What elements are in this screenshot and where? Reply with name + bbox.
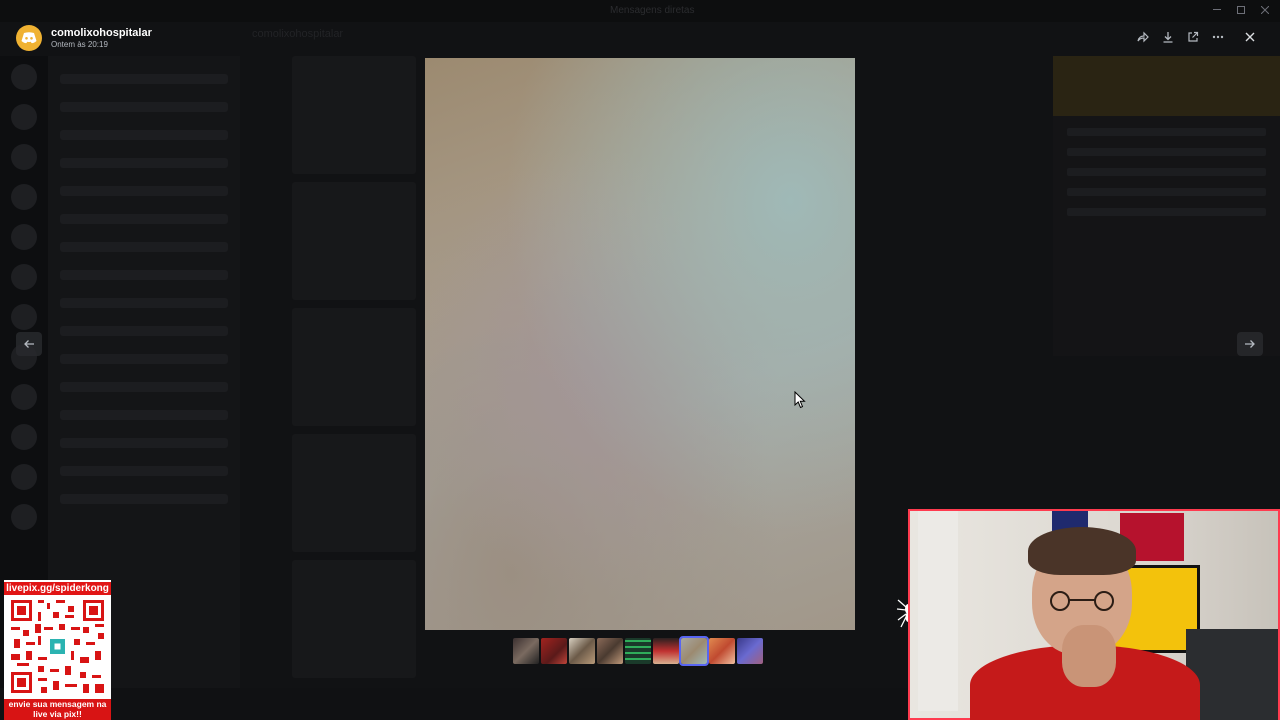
- thumbnail[interactable]: [737, 638, 763, 664]
- background-titlebar: Mensagens diretas: [0, 0, 1280, 22]
- thumbnail[interactable]: [709, 638, 735, 664]
- forward-icon: [1137, 31, 1150, 43]
- thumbnail[interactable]: [597, 638, 623, 664]
- thumbnail-active[interactable]: [679, 636, 709, 666]
- arrow-right-icon: [1245, 340, 1255, 348]
- more-button[interactable]: [1209, 28, 1227, 46]
- background-window-title: Mensagens diretas: [610, 5, 695, 16]
- window-close-icon[interactable]: [1260, 4, 1270, 16]
- discord-logo-icon: [21, 32, 37, 44]
- previous-image-button[interactable]: [16, 332, 42, 356]
- webcam-overlay: [908, 509, 1280, 720]
- thumbnail[interactable]: [653, 638, 679, 664]
- streamer-hand: [1062, 625, 1116, 687]
- qr-code-icon: [8, 597, 107, 696]
- qr-url: livepix.gg/spiderkong: [4, 582, 111, 595]
- mouse-cursor-icon: [794, 391, 806, 409]
- thumbnail[interactable]: [541, 638, 567, 664]
- background-profile-panel: [1053, 56, 1280, 356]
- open-external-icon: [1188, 31, 1198, 42]
- background-media-grid: [292, 56, 416, 678]
- maximize-icon[interactable]: [1236, 4, 1246, 16]
- thumbnail-strip: [513, 636, 763, 666]
- thumbnail[interactable]: [513, 638, 539, 664]
- download-button[interactable]: [1159, 28, 1177, 46]
- qr-caption-box: envie sua mensagem na live via pix!!: [4, 699, 111, 720]
- glasses-icon: [1050, 591, 1114, 611]
- arrow-left-icon: [24, 340, 34, 348]
- more-icon: [1212, 35, 1223, 39]
- open-external-button[interactable]: [1184, 28, 1202, 46]
- qr-caption: envie sua mensagem na live via pix!!: [8, 699, 107, 719]
- thumbnail[interactable]: [625, 638, 651, 664]
- download-icon: [1163, 32, 1173, 43]
- viewer-header: comolixohospitalar Ontem às 20:19: [16, 24, 152, 52]
- thumbnail[interactable]: [569, 638, 595, 664]
- attachment-image[interactable]: [425, 58, 855, 630]
- close-icon: [1245, 32, 1255, 42]
- forward-button[interactable]: [1134, 28, 1152, 46]
- background-chat-header: comolixohospitalar: [252, 28, 344, 40]
- avatar[interactable]: [16, 25, 42, 51]
- window-controls: [1212, 4, 1270, 16]
- message-timestamp: Ontem às 20:19: [51, 39, 108, 49]
- next-image-button[interactable]: [1237, 332, 1263, 356]
- author-name[interactable]: comolixohospitalar: [51, 27, 152, 40]
- background-taskbar: [0, 688, 908, 720]
- minimize-icon[interactable]: [1212, 4, 1222, 16]
- viewer-toolbar: [1131, 26, 1230, 48]
- close-viewer-button[interactable]: [1240, 27, 1260, 47]
